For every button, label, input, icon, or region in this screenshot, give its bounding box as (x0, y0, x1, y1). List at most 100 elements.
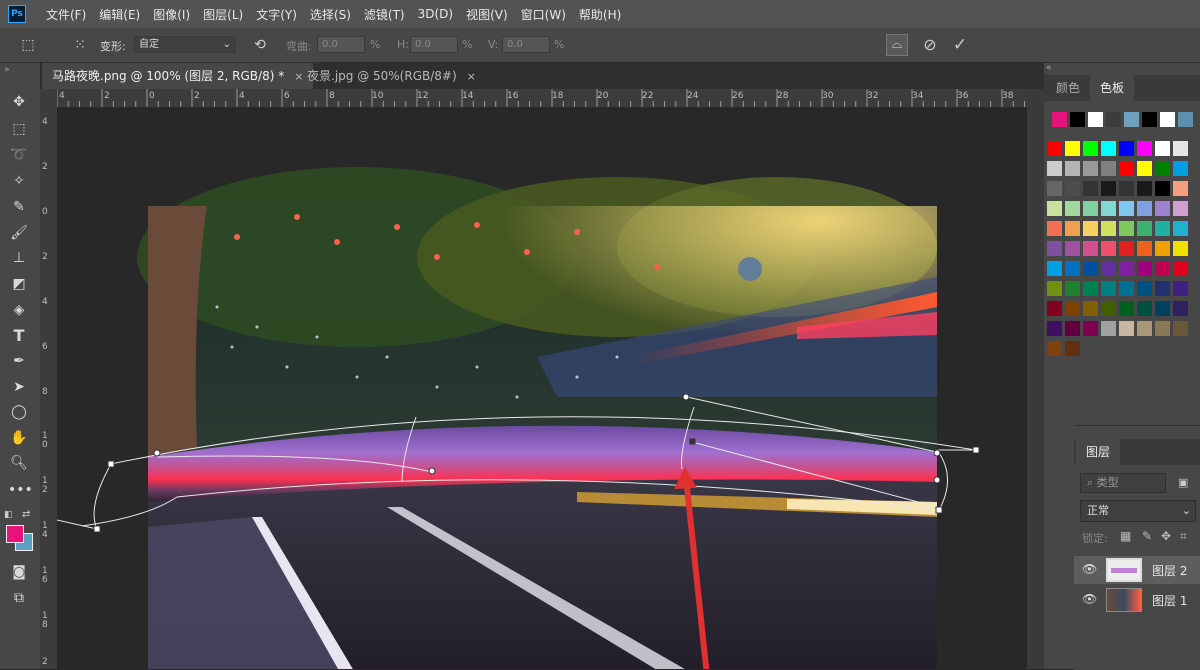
lasso-tool-icon[interactable]: ➰ (8, 144, 30, 166)
color-swatch[interactable] (1173, 181, 1188, 196)
color-swatch[interactable] (1119, 201, 1134, 216)
default-colors-icon[interactable]: ◧ (4, 510, 13, 520)
recent-swatch[interactable] (1142, 112, 1157, 127)
color-swatch[interactable] (1083, 301, 1098, 316)
eye-icon[interactable]: 👁︎ (1082, 562, 1097, 576)
menu-edit[interactable]: 编辑(E) (99, 6, 140, 23)
color-swatch[interactable] (1083, 161, 1098, 176)
tab-layers[interactable]: 图层 (1076, 439, 1121, 465)
color-swatch[interactable] (1173, 141, 1188, 156)
recent-swatch[interactable] (1070, 112, 1085, 127)
path-selection-tool-icon[interactable]: ➤ (8, 376, 30, 398)
lock-paint-icon[interactable]: ✎ (1142, 529, 1152, 543)
color-swatch[interactable] (1101, 321, 1116, 336)
color-swatch[interactable] (1065, 241, 1080, 256)
blend-mode-select[interactable]: 正常 ⌄ (1080, 500, 1196, 522)
pen-tool-icon[interactable]: ✒ (8, 350, 30, 372)
color-swatch[interactable] (1047, 141, 1062, 156)
collapse-arrows-icon[interactable]: » (4, 65, 10, 75)
color-swatch[interactable] (1173, 301, 1188, 316)
color-swatch[interactable] (1119, 281, 1134, 296)
zoom-tool-icon[interactable]: 🔍︎ (8, 452, 30, 474)
color-swatch[interactable] (1101, 281, 1116, 296)
color-swatch[interactable] (1137, 261, 1152, 276)
color-swatch[interactable] (1101, 141, 1116, 156)
color-swatch[interactable] (1065, 201, 1080, 216)
ellipse-tool-icon[interactable]: ◯ (8, 401, 30, 423)
color-swatch[interactable] (1083, 201, 1098, 216)
color-swatch[interactable] (1155, 281, 1170, 296)
collapse-arrows-icon[interactable]: « (1046, 63, 1052, 73)
color-swatch[interactable] (1155, 141, 1170, 156)
paint-bucket-tool-icon[interactable]: ◈ (8, 299, 30, 321)
color-swatch[interactable] (1101, 261, 1116, 276)
close-icon[interactable]: × (467, 70, 476, 83)
color-swatch[interactable] (1173, 161, 1188, 176)
menu-image[interactable]: 图像(I) (153, 6, 190, 23)
color-swatch[interactable] (1083, 241, 1098, 256)
recent-swatch[interactable] (1088, 112, 1103, 127)
color-swatch[interactable] (1101, 241, 1116, 256)
tab-color[interactable]: 颜色 (1046, 75, 1090, 101)
menu-help[interactable]: 帮助(H) (579, 6, 621, 23)
menu-layer[interactable]: 图层(L) (203, 6, 243, 23)
color-swatch[interactable] (1065, 181, 1080, 196)
color-swatch[interactable] (1173, 221, 1188, 236)
tab-active-document[interactable]: 马路夜晚.png @ 100% (图层 2, RGB/8) * × (42, 63, 314, 89)
layer-row-2[interactable]: 👁︎ 图层 2 (1074, 556, 1200, 584)
color-swatch[interactable] (1137, 241, 1152, 256)
color-swatch[interactable] (1047, 221, 1062, 236)
reference-point-icon[interactable]: ⁙ (72, 37, 88, 53)
color-swatch[interactable] (1137, 321, 1152, 336)
color-swatch[interactable] (1119, 261, 1134, 276)
color-swatch[interactable] (1065, 141, 1080, 156)
color-swatch[interactable] (1101, 221, 1116, 236)
stamp-tool-icon[interactable]: ⊥ (8, 247, 30, 269)
lock-transparent-icon[interactable]: ▦ (1120, 529, 1131, 543)
color-swatch[interactable] (1047, 201, 1062, 216)
horizontal-ruler[interactable]: 4 2 0 2 4 6 8 10 12 14 16 18 20 22 24 26… (57, 89, 1027, 108)
tab-inactive-document[interactable]: 夜景.jpg @ 50%(RGB/8#) × (297, 63, 486, 89)
color-swatch[interactable] (1155, 201, 1170, 216)
color-swatch[interactable] (1137, 141, 1152, 156)
color-swatch[interactable] (1047, 341, 1062, 356)
color-swatch[interactable] (1137, 301, 1152, 316)
color-swatch[interactable] (1119, 141, 1134, 156)
eye-icon[interactable]: 👁︎ (1082, 592, 1097, 606)
foreground-color-swatch[interactable] (6, 525, 24, 543)
hand-tool-icon[interactable]: ✋ (8, 427, 30, 449)
recent-swatch[interactable] (1052, 112, 1067, 127)
canvas-area[interactable] (57, 107, 1027, 669)
tab-swatches[interactable]: 色板 (1090, 75, 1135, 101)
color-swatch[interactable] (1119, 221, 1134, 236)
color-swatch[interactable] (1173, 201, 1188, 216)
eraser-tool-icon[interactable]: ◩ (8, 273, 30, 295)
move-tool-icon[interactable]: ✥ (8, 91, 30, 113)
layer-row-1[interactable]: 👁︎ 图层 1 (1074, 586, 1200, 614)
color-swatch[interactable] (1065, 221, 1080, 236)
color-swatch[interactable] (1173, 241, 1188, 256)
color-swatch[interactable] (1083, 281, 1098, 296)
recent-swatch[interactable] (1106, 112, 1121, 127)
marquee-tool-icon[interactable]: ⬚ (8, 118, 30, 140)
screen-mode-icon[interactable]: ⧉ (8, 587, 30, 609)
menu-filter[interactable]: 滤镜(T) (364, 6, 405, 23)
color-swatch[interactable] (1137, 201, 1152, 216)
change-orientation-icon[interactable]: ⟲ (252, 37, 268, 53)
color-swatch[interactable] (1047, 281, 1062, 296)
vertical-scrollbar[interactable] (1027, 89, 1044, 669)
vertical-ruler[interactable]: 4 2 0 2 4 6 8 1 0 1 2 1 4 1 6 1 8 2 (40, 107, 58, 669)
color-swatch[interactable] (1101, 201, 1116, 216)
warp-style-select[interactable]: 自定 ⌄ (134, 36, 236, 53)
color-swatch[interactable] (1065, 261, 1080, 276)
color-swatch[interactable] (1119, 161, 1134, 176)
lock-position-icon[interactable]: ✥ (1161, 529, 1171, 543)
type-tool-icon[interactable]: T (8, 325, 30, 347)
color-swatch[interactable] (1155, 221, 1170, 236)
menu-select[interactable]: 选择(S) (310, 6, 351, 23)
cancel-transform-icon[interactable]: ⊘ (922, 37, 938, 53)
lock-artboard-icon[interactable]: ⌗ (1180, 529, 1187, 544)
v-distortion-input[interactable]: 0.0 (502, 36, 550, 53)
color-swatch[interactable] (1137, 161, 1152, 176)
color-swatch[interactable] (1083, 261, 1098, 276)
